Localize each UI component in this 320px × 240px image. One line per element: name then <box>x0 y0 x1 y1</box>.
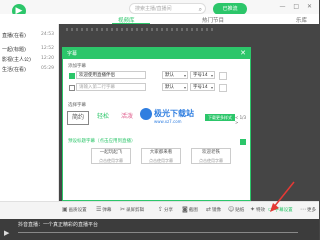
list-item-time: 05:29 <box>41 66 54 71</box>
line1-checkbox[interactable] <box>69 73 75 79</box>
section-choose-style: 选择字幕 <box>68 103 86 108</box>
quality-icon: ▣ <box>62 206 68 213</box>
camera-icon: ◙ <box>182 206 188 213</box>
section-add-subtitle: 添加字幕 <box>68 64 86 69</box>
clip-icon: ✂ <box>120 206 126 213</box>
search-placeholder: 搜索主播/直播间 <box>135 6 172 12</box>
preset-title: 一起玩起飞 <box>99 150 123 155</box>
mirror-button[interactable]: ⇄镜像 <box>206 206 221 213</box>
preset-title: 大家都来看 <box>149 150 173 155</box>
share-label: 分享 <box>164 208 174 213</box>
font1-value: 默认 <box>165 73 174 78</box>
chevron-down-icon: ▾ <box>210 73 213 78</box>
more-button[interactable]: ⋯更多 <box>300 206 316 213</box>
danmaku-button[interactable]: ☰弹幕 <box>96 206 111 213</box>
list-item-title: 生活(在看) <box>2 67 26 73</box>
list-item-time: 12:52 <box>41 46 54 51</box>
section-presets: 预设标题字幕（点击应用到直播） <box>68 139 136 144</box>
style-lively[interactable]: 活泼 <box>117 111 137 123</box>
size2-select[interactable]: 字号14 ▾ <box>190 83 215 91</box>
watermark-url: www.xz7.com <box>154 119 182 124</box>
line2-checkbox[interactable] <box>69 85 75 91</box>
watermark-logo: 极光下载站 www.xz7.com <box>140 108 200 130</box>
size1-value: 字号14 <box>193 73 208 78</box>
tab-hot-programs[interactable]: 热门节目 <box>202 16 224 24</box>
search-input[interactable]: 搜索主播/直播间 ⌕ <box>129 3 206 14</box>
style-simple[interactable]: 简约 <box>67 111 89 125</box>
list-item-time: 12:20 <box>41 56 54 61</box>
font2-select[interactable]: 默认 ▾ <box>162 83 188 91</box>
dialog-header: 字幕 ✕ <box>63 48 250 59</box>
clip-button[interactable]: ✂录屏剪辑 <box>120 206 144 213</box>
mirror-icon: ⇄ <box>206 206 212 213</box>
clip-label: 录屏剪辑 <box>126 208 145 213</box>
progress-dots <box>66 28 216 31</box>
tab-music-library[interactable]: 乐库 <box>296 16 307 24</box>
list-item-title: 直播(在看) <box>2 33 26 39</box>
chevron-down-icon: ▾ <box>183 73 186 78</box>
size2-value: 字号14 <box>193 85 208 90</box>
chevron-down-icon: ▾ <box>183 85 186 90</box>
sticker-icon: ☺ <box>228 206 235 213</box>
color1-button[interactable] <box>219 72 227 80</box>
list-item[interactable]: 直播(在看) 24:53 <box>2 32 57 39</box>
list-item[interactable]: 一起(标题) 12:52 <box>2 46 57 53</box>
preset-card[interactable]: 欢迎老铁 点击使用字幕 <box>191 148 231 164</box>
play-icon[interactable]: ▶ <box>4 229 9 237</box>
preset-card[interactable]: 一起玩起飞 点击使用字幕 <box>91 148 131 164</box>
quality-button[interactable]: ▣画质设置 <box>62 206 87 213</box>
preset-sub: 点击使用字幕 <box>99 158 123 163</box>
chevron-down-icon: ▾ <box>210 85 213 90</box>
window-controls[interactable]: — □ ✕ <box>279 3 315 10</box>
quality-label: 画质设置 <box>68 208 87 213</box>
progress-track[interactable] <box>18 232 298 233</box>
status-bar: 抖音直播：一个真正精彩的直播平台 ▶ <box>0 219 319 240</box>
watermark-icon <box>140 108 152 120</box>
font2-value: 默认 <box>165 85 174 90</box>
preset-toggle[interactable] <box>240 139 246 145</box>
line1-input[interactable]: 欢迎使用直播伴侣 <box>76 71 146 79</box>
screenshot-button[interactable]: ◙截图 <box>182 206 198 213</box>
active-tab-underline <box>112 23 150 24</box>
watermark-name: 极光下载站 <box>154 109 194 118</box>
danmaku-label: 弹幕 <box>102 208 112 213</box>
preset-sub: 点击使用字幕 <box>149 158 173 163</box>
mirror-label: 镜像 <box>212 208 222 213</box>
list-item-title: 影视(主人公) <box>2 57 31 63</box>
preset-sub: 点击使用字幕 <box>199 158 223 163</box>
pager[interactable]: < 1/3 > <box>235 115 250 125</box>
more-label: 更多 <box>307 208 316 213</box>
list-item-time: 24:53 <box>41 32 54 37</box>
font1-select[interactable]: 默认 ▾ <box>162 71 188 79</box>
preset-card[interactable]: 大家都来看 点击使用字幕 <box>141 148 181 164</box>
main-nav: 视频库 热门节目 乐库 <box>0 14 319 24</box>
size1-select[interactable]: 字号14 ▾ <box>190 71 215 79</box>
dialog-title: 字幕 <box>67 51 78 57</box>
preset-title: 欢迎老铁 <box>202 150 220 155</box>
more-icon: ⋯ <box>300 206 306 213</box>
download-more-button[interactable]: 下载更多样式 <box>205 114 235 121</box>
danmaku-icon: ☰ <box>96 206 102 213</box>
list-item[interactable]: 生活(在看) 05:29 <box>2 66 57 73</box>
share-icon: ⇪ <box>158 206 164 213</box>
list-item-title: 一起(标题) <box>2 47 26 53</box>
screenshot-label: 截图 <box>188 208 198 213</box>
close-icon[interactable]: ✕ <box>240 49 246 57</box>
left-panel: 直播(在看) 24:53 一起(标题) 12:52 影视(主人公) 12:20 … <box>0 24 59 204</box>
style-relaxed[interactable]: 轻松 <box>93 111 113 123</box>
line2-input[interactable]: 请输入第二行字幕 <box>76 83 146 91</box>
highlight-arrow-icon <box>270 181 295 212</box>
share-button[interactable]: ⇪分享 <box>158 206 173 213</box>
color2-button[interactable] <box>219 84 227 92</box>
list-item[interactable]: 影视(主人公) 12:20 <box>2 56 57 63</box>
status-caption: 抖音直播：一个真正精彩的直播平台 <box>18 222 99 228</box>
